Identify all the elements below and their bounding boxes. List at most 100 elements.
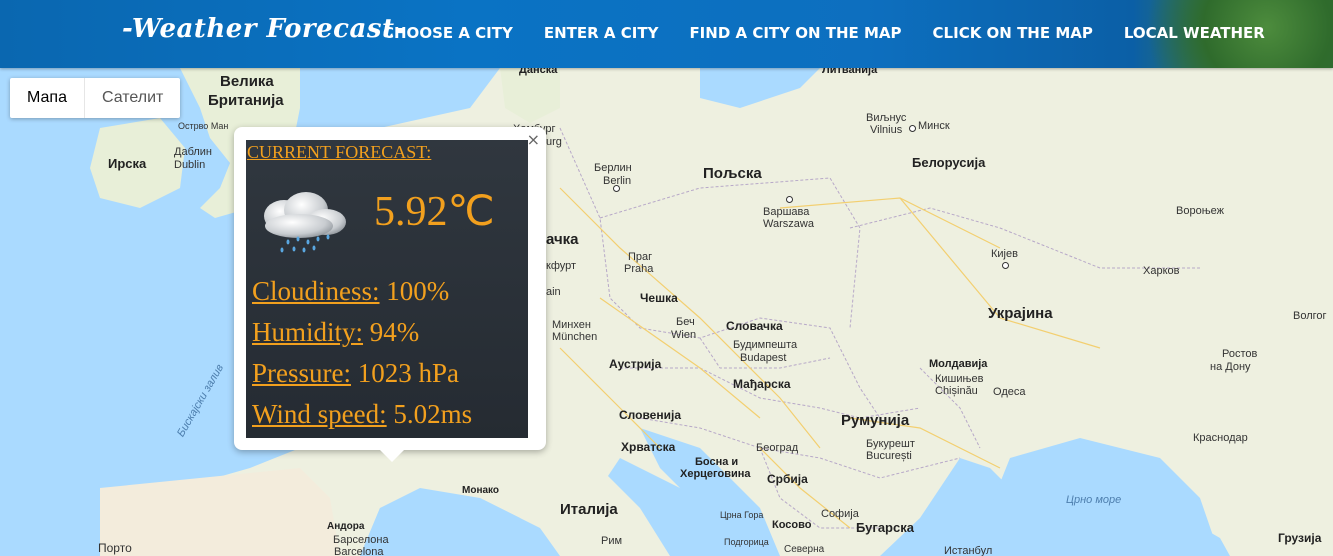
label-krasnodar: Краснодар (1193, 432, 1248, 444)
label-belarus: Белорусија (912, 155, 986, 170)
site-header: -Weather Forecast- CHOOSE A CITY ENTER A… (0, 0, 1333, 68)
label-kosovo: Косово (772, 519, 812, 531)
label-sofia: Софија (821, 508, 859, 520)
main-nav: CHOOSE A CITY ENTER A CITY FIND A CITY O… (383, 24, 1296, 42)
forecast-title: CURRENT FORECAST: (247, 142, 432, 162)
label-czech: Чешка (640, 291, 678, 305)
label-georgia: Грузија (1278, 531, 1322, 545)
label-hamburg-2: urg (546, 136, 562, 148)
label-volgograd: Волгог (1293, 310, 1327, 322)
label-chisinau-en: Chișinău (935, 385, 978, 397)
map-type-map-button[interactable]: Мапа (10, 78, 84, 118)
cloudiness-label: Cloudiness: (252, 276, 380, 306)
city-dot-kyiv (1002, 262, 1009, 269)
label-warsaw: Варшава (763, 206, 810, 218)
temperature-value: 5.92℃ (374, 189, 495, 235)
label-romania: Румунија (841, 412, 910, 429)
map-base (0, 68, 1333, 556)
label-isle-of-man: Острво Ман (178, 121, 229, 131)
label-ireland: Ирска (108, 156, 147, 171)
label-moldova: Молдавија (929, 358, 988, 370)
close-icon[interactable]: × (527, 130, 540, 149)
label-berlin: Берлин (594, 162, 632, 174)
label-chisinau: Кишињев (935, 373, 984, 385)
map-type-satellite-button[interactable]: Сателит (83, 78, 180, 118)
label-germany: ачка (546, 231, 579, 248)
label-slovenia: Словенија (619, 408, 681, 422)
label-vienna: Беч (676, 316, 695, 328)
wind-speed-value: 5.02ms (393, 399, 473, 429)
label-montenegro: Црна Гора (720, 510, 764, 520)
label-belgrade: Београд (756, 442, 799, 454)
forecast-info-window: × CURRENT FORECAST: 5.92℃ Cloudiness: 10… (234, 127, 546, 462)
label-bosnia-line1: Босна и (695, 456, 739, 468)
label-lithuania: Литванија (822, 68, 878, 76)
label-odesa: Одеса (993, 386, 1026, 398)
label-budapest-en: Budapest (740, 352, 787, 364)
nav-click-on-map[interactable]: CLICK ON THE MAP (933, 24, 1093, 42)
city-dot-warsaw (786, 196, 793, 203)
cloudiness-row: Cloudiness: 100% (252, 276, 449, 307)
label-prague-en: Praha (624, 263, 654, 275)
label-porto: Порто (98, 541, 132, 555)
label-kyiv: Кијев (991, 248, 1018, 260)
label-bucharest: Букурешт (866, 438, 915, 450)
nav-choose-a-city[interactable]: CHOOSE A CITY (383, 24, 513, 42)
label-vilnius: Виљнус (866, 112, 907, 124)
label-kharkiv: Харков (1143, 265, 1180, 277)
humidity-row: Humidity: 94% (252, 317, 419, 348)
nav-enter-a-city[interactable]: ENTER A CITY (544, 24, 659, 42)
wind-speed-row: Wind speed: 5.02ms (252, 399, 472, 430)
label-frankfurt: кфурт (546, 260, 577, 272)
label-dublin-en: Dublin (174, 159, 206, 171)
site-logo[interactable]: -Weather Forecast- (122, 14, 406, 44)
map-canvas[interactable]: Велика Британија Ирска Пољска Белорусија… (0, 68, 1333, 556)
info-window-tail (380, 450, 404, 462)
label-ukraine: Украјина (988, 305, 1053, 322)
label-vilnius-en: Vilnius (870, 124, 903, 136)
humidity-value: 94% (369, 317, 420, 347)
label-italy: Италија (560, 501, 618, 518)
label-frankfurt-2: ain (546, 286, 561, 298)
label-munich-en: München (552, 331, 598, 343)
label-budapest: Будимпешта (733, 339, 798, 351)
pressure-row: Pressure: 1023 hPa (252, 358, 459, 389)
label-severna: Северна (784, 544, 825, 555)
wind-speed-label: Wind speed: (252, 399, 387, 429)
label-slovakia: Словачка (726, 319, 783, 333)
pressure-value: 1023 hPa (357, 358, 459, 388)
label-voronezh: Вороњеж (1176, 205, 1224, 217)
nav-local-weather[interactable]: LOCAL WEATHER (1124, 24, 1265, 42)
label-minsk: Минск (918, 120, 950, 132)
humidity-label: Humidity: (252, 317, 364, 347)
label-hungary: Мађарска (733, 377, 791, 391)
label-serbia: Србија (767, 472, 808, 486)
label-poland: Пољска (703, 165, 762, 182)
label-bulgaria: Бугарска (856, 520, 914, 535)
label-rostov-line2: на Дону (1210, 361, 1251, 373)
label-uk-line1: Велика (220, 73, 274, 90)
label-warsaw-en: Warszawa (763, 218, 814, 230)
label-bucharest-en: București (866, 450, 912, 462)
label-dublin: Даблин (174, 146, 213, 158)
label-bosnia-line2: Херцеговина (680, 468, 751, 480)
label-vienna-en: Wien (671, 329, 697, 341)
label-istanbul: Истанбул (944, 545, 993, 556)
map-type-control: Мапа Сателит (10, 78, 181, 118)
pressure-label: Pressure: (252, 358, 351, 388)
label-barcelona-en: Barcelona (334, 546, 384, 556)
label-rostov-line1: Ростов (1222, 348, 1258, 360)
label-monaco: Монако (462, 485, 500, 496)
city-dot-minsk (909, 125, 916, 132)
label-andorra: Андора (327, 521, 365, 532)
label-denmark: Данска (519, 68, 558, 76)
label-uk-line2: Британија (208, 92, 284, 109)
label-rome: Рим (601, 535, 623, 547)
label-barcelona: Барселона (333, 534, 389, 546)
forecast-panel: CURRENT FORECAST: 5.92℃ Cloudiness: 100%… (246, 140, 528, 438)
city-dot-berlin (613, 185, 620, 192)
nav-find-city-on-map[interactable]: FIND A CITY ON THE MAP (689, 24, 901, 42)
label-black-sea: Црно море (1066, 494, 1122, 506)
label-croatia: Хрватска (621, 440, 676, 454)
label-munich: Минхен (552, 319, 591, 331)
